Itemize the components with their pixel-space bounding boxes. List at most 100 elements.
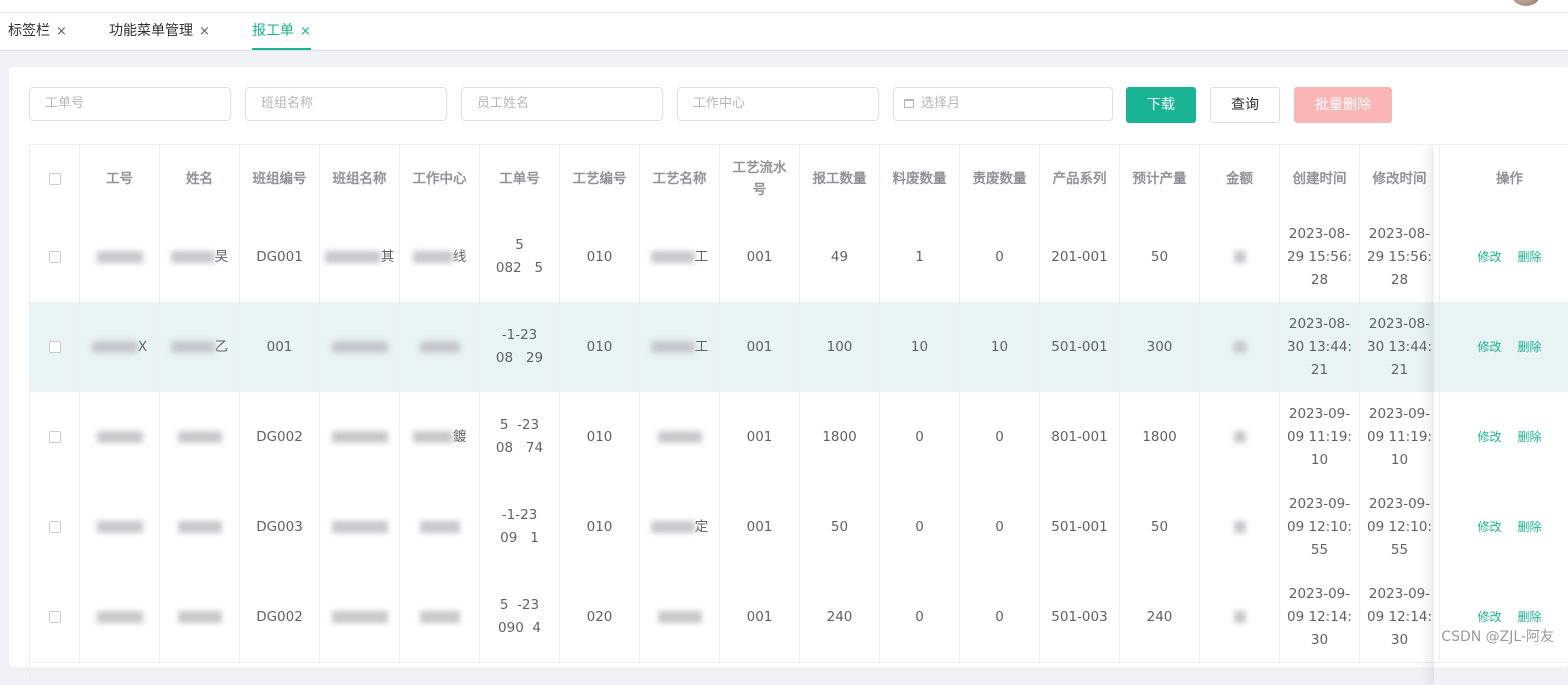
column-header-label: 责废数量: [972, 170, 1027, 187]
table-cell: 10: [960, 302, 1040, 392]
table-row[interactable]: 旲 DG001 其 线 5 082 5 010 工 001 49 1 0 201-001 50 2023-0…: [30, 212, 1568, 303]
name-value: 旲: [214, 248, 229, 265]
table-row[interactable]: DG003 -1-23 09 1 010 定 001 50 0 0 501-001 50 2023-0…: [30, 482, 1568, 573]
work-order-number: -1-23: [501, 507, 538, 523]
column-header: 金额: [1200, 145, 1280, 212]
created-time: 09 12:14:: [1287, 608, 1352, 625]
table-cell: 2023-09- 09 12:10: 55: [1360, 482, 1440, 572]
table-cell: 2023-08- 29 15:56: 28: [1280, 212, 1360, 302]
query-button[interactable]: 查询: [1210, 87, 1280, 123]
tags-view-bar: 标签栏 × 功能菜单管理 × 报工单 ×: [0, 13, 1568, 51]
user-avatar[interactable]: [1512, 0, 1540, 6]
table-cell: 0: [880, 572, 960, 662]
close-icon[interactable]: ×: [199, 24, 210, 39]
column-header: 班组名称: [320, 145, 400, 212]
tab-tag-bar[interactable]: 标签栏 ×: [8, 13, 67, 50]
column-header-label: 报工数量: [812, 170, 867, 187]
row-checkbox[interactable]: [48, 521, 61, 533]
column-header-label: 姓名: [186, 170, 213, 187]
close-icon[interactable]: ×: [56, 24, 67, 39]
watermark: CSDN @ZJL-阿友: [1441, 629, 1554, 645]
tab-label: 标签栏: [8, 23, 50, 39]
table-cell: 0: [880, 482, 960, 572]
column-header-label: 产品系列: [1052, 170, 1107, 187]
table-row[interactable]: DG002 5 -23 090 4 020 001 240 0 0 501-003 240 2023…: [30, 572, 1568, 663]
row-checkbox[interactable]: [48, 341, 61, 353]
table-cell: 010: [560, 302, 640, 392]
column-header: 料废数量: [880, 145, 960, 212]
table-cell: 5 082 5: [480, 212, 560, 302]
column-header: 责废数量: [960, 145, 1040, 212]
table-cell: 001: [720, 572, 800, 662]
series-value: 801-001: [1051, 428, 1108, 445]
table-cell: [320, 482, 400, 572]
serial-value: 001: [746, 338, 773, 355]
redacted-text: [1233, 341, 1246, 353]
redacted-text: [170, 251, 215, 263]
work-order-input[interactable]: 工单号: [29, 87, 231, 121]
work-center-input[interactable]: 工作中心: [677, 87, 879, 121]
batch-delete-button[interactable]: 批量删除: [1294, 87, 1392, 123]
table-cell: 定: [640, 482, 720, 572]
table-cell: DG001: [240, 212, 320, 302]
table-cell: 020: [560, 572, 640, 662]
employee-name-input[interactable]: 员工姓名: [461, 87, 663, 121]
table-cell: 501-001: [1040, 302, 1120, 392]
modified-time: 55: [1390, 541, 1409, 558]
resp-scrap-value: 10: [990, 338, 1009, 355]
redacted-text: [1233, 251, 1246, 263]
column-header-label: 工作中心: [412, 170, 467, 187]
modified-time: 30: [1390, 631, 1409, 648]
team-name-input[interactable]: 班组名称: [245, 87, 447, 121]
table-row[interactable]: X 乙 001 -1-23 08 29 010 工 001 100 10 10 501-001 300 2…: [30, 302, 1568, 393]
column-header-label: 修改时间: [1372, 170, 1427, 187]
work-order-number: 5 -23: [499, 417, 540, 433]
tab-work-report[interactable]: 报工单 ×: [252, 13, 311, 50]
row-checkbox[interactable]: [48, 611, 61, 623]
resp-scrap-value: 0: [995, 248, 1004, 265]
row-checkbox[interactable]: [48, 431, 61, 443]
redacted-text: [1233, 521, 1246, 533]
row-checkbox[interactable]: [48, 251, 61, 263]
table-cell: 工: [640, 302, 720, 392]
created-time: 2023-09-: [1288, 495, 1351, 512]
table-cell: 240: [1120, 572, 1200, 662]
table-cell: 1: [880, 212, 960, 302]
table-cell: 2023-09- 09 11:19: 10: [1280, 392, 1360, 482]
redacted-text: [91, 341, 138, 353]
modified-time: 10: [1390, 451, 1409, 468]
tab-function-menu[interactable]: 功能菜单管理 ×: [109, 13, 210, 50]
expected-value: 1800: [1142, 428, 1177, 445]
team-name-value: 其: [380, 248, 395, 265]
month-picker[interactable]: 选择月: [893, 87, 1113, 121]
proc-no-value: 010: [586, 338, 613, 355]
column-header-label: 班组名称: [332, 170, 387, 187]
header-select-cell: [30, 145, 80, 212]
modified-time: 2023-09-: [1368, 405, 1431, 422]
table-cell: [160, 482, 240, 572]
table-cell: 201-001: [1040, 212, 1120, 302]
table-cell: [1200, 212, 1280, 302]
redacted-text: [419, 611, 460, 623]
expected-value: 300: [1146, 338, 1173, 355]
work-center-value: 鍍: [452, 428, 467, 445]
table-row[interactable]: DG002 鍍 5 -23 08 74 010 001 1800 0 0 801-001 1800 2…: [30, 392, 1568, 483]
select-all-checkbox[interactable]: [48, 172, 61, 185]
close-icon[interactable]: ×: [300, 24, 311, 39]
redacted-text: [1233, 611, 1246, 623]
table-cell: [30, 302, 80, 392]
created-time: 2023-08-: [1288, 315, 1351, 332]
table-cell: 0: [960, 392, 1040, 482]
column-header: 姓名: [160, 145, 240, 212]
created-time: 30 13:44:: [1287, 338, 1352, 355]
redacted-text: [1233, 431, 1246, 443]
table-cell: 501-001: [1040, 482, 1120, 572]
work-center-value: 线: [452, 248, 467, 265]
mat-scrap-value: 10: [910, 338, 929, 355]
redacted-text: [657, 611, 702, 623]
download-button[interactable]: 下载: [1126, 87, 1196, 123]
work-order-number: -1-23: [501, 327, 538, 343]
column-header: 工艺流水号: [720, 145, 800, 212]
table-cell: [30, 572, 80, 662]
table-cell: [640, 392, 720, 482]
